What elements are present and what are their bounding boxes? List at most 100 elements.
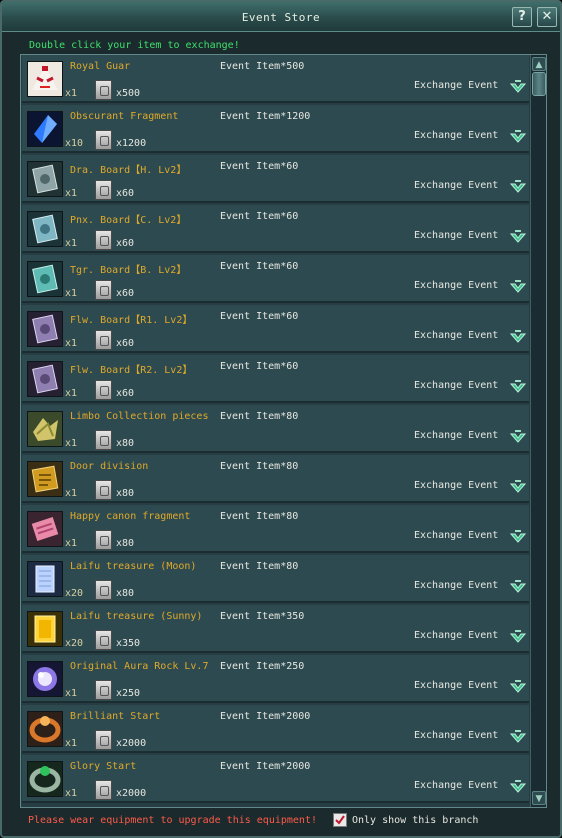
- exchange-arrow-icon[interactable]: [509, 777, 527, 795]
- item-name: Laifu treasure (Moon): [70, 561, 197, 572]
- door-division-icon[interactable]: [27, 461, 63, 497]
- exchange-label[interactable]: Exchange Event: [414, 680, 498, 691]
- upgrade-warning: Please wear equipment to upgrade this eq…: [28, 815, 317, 826]
- checkmark-icon: [335, 815, 345, 825]
- item-quantity: x1: [65, 388, 78, 399]
- exchange-label[interactable]: Exchange Event: [414, 380, 498, 391]
- flower-board-icon[interactable]: [27, 361, 63, 397]
- scroll-up-button[interactable]: ▲: [532, 57, 546, 71]
- exchange-label[interactable]: Exchange Event: [414, 130, 498, 141]
- phoenix-board-icon[interactable]: [27, 211, 63, 247]
- token-quantity: x60: [116, 338, 135, 349]
- window-title: Event Store: [241, 11, 321, 24]
- sun-treasure-icon[interactable]: [27, 611, 63, 647]
- canon-fragment-icon[interactable]: [27, 511, 63, 547]
- exchange-arrow-icon[interactable]: [509, 177, 527, 195]
- exchange-arrow-icon[interactable]: [509, 127, 527, 145]
- exchange-label[interactable]: Exchange Event: [414, 230, 498, 241]
- item-cost: Event Item*60: [220, 161, 299, 172]
- scroll-down-button[interactable]: ▼: [532, 791, 546, 805]
- exchange-label[interactable]: Exchange Event: [414, 530, 498, 541]
- item-row[interactable]: Flw. Board【R1. Lv2】 Event Item*60 x1 x60 Exc…: [22, 305, 529, 353]
- item-cost: Event Item*2000: [220, 761, 311, 772]
- item-cost: Event Item*500: [220, 61, 305, 72]
- item-row[interactable]: Original Aura Rock Lv.7 Event Item*250 x1 x…: [22, 655, 529, 703]
- exchange-arrow-icon[interactable]: [509, 327, 527, 345]
- token-quantity: x80: [116, 588, 135, 599]
- item-row[interactable]: Obscurant Fragment Event Item*1200 x10 x120…: [22, 105, 529, 153]
- close-button[interactable]: ✕: [537, 7, 557, 27]
- exchange-label[interactable]: Exchange Event: [414, 80, 498, 91]
- exchange-arrow-icon[interactable]: [509, 577, 527, 595]
- royal-guard-mask-icon[interactable]: [27, 61, 63, 97]
- exchange-arrow-icon[interactable]: [509, 477, 527, 495]
- exchange-label[interactable]: Exchange Event: [414, 280, 498, 291]
- item-row[interactable]: Pnx. Board【C. Lv2】 Event Item*60 x1 x60 Exch…: [22, 205, 529, 253]
- exchange-arrow-icon[interactable]: [509, 627, 527, 645]
- item-row[interactable]: Royal Guar Event Item*500 x1 x500 Exchange E…: [22, 55, 529, 103]
- item-row[interactable]: Happy canon fragment Event Item*80 x1 x80 Ex…: [22, 505, 529, 553]
- exchange-label[interactable]: Exchange Event: [414, 180, 498, 191]
- exchange-arrow-icon[interactable]: [509, 727, 527, 745]
- exchange-arrow-icon[interactable]: [509, 277, 527, 295]
- exchange-label[interactable]: Exchange Event: [414, 480, 498, 491]
- scroll-thumb[interactable]: [532, 72, 546, 96]
- limbo-pieces-icon[interactable]: [27, 411, 63, 447]
- item-row[interactable]: Brilliant Start Event Item*2000 x1 x2000 Exc…: [22, 705, 529, 753]
- item-name: Tgr. Board【B. Lv2】: [70, 265, 187, 276]
- exchange-arrow-icon[interactable]: [509, 527, 527, 545]
- item-row[interactable]: Tgr. Board【B. Lv2】 Event Item*60 x1 x60 Exch…: [22, 255, 529, 303]
- exchange-label[interactable]: Exchange Event: [414, 430, 498, 441]
- item-row[interactable]: Dra. Board【H. Lv2】 Event Item*60 x1 x60 Exch…: [22, 155, 529, 203]
- blue-crystal-icon[interactable]: [27, 111, 63, 147]
- help-button[interactable]: ?: [512, 7, 532, 27]
- dragon-board-icon[interactable]: [27, 161, 63, 197]
- brilliant-ring-icon[interactable]: [27, 711, 63, 747]
- item-quantity: x20: [65, 638, 84, 649]
- exchange-arrow-icon[interactable]: [509, 227, 527, 245]
- item-row[interactable]: Flw. Board【R2. Lv2】 Event Item*60 x1 x60 Exc…: [22, 355, 529, 403]
- exchange-label[interactable]: Exchange Event: [414, 780, 498, 791]
- item-quantity: x1: [65, 288, 78, 299]
- item-quantity: x1: [65, 738, 78, 749]
- token-quantity: x60: [116, 388, 135, 399]
- exchange-arrow-icon[interactable]: [509, 677, 527, 695]
- item-name: Obscurant Fragment: [70, 111, 179, 122]
- exchange-arrow-icon[interactable]: [509, 427, 527, 445]
- event-item-token-icon: [95, 430, 112, 450]
- token-quantity: x350: [116, 638, 141, 649]
- aura-rock-icon[interactable]: [27, 661, 63, 697]
- exchange-label[interactable]: Exchange Event: [414, 580, 498, 591]
- exchange-arrow-icon[interactable]: [509, 77, 527, 95]
- item-cost: Event Item*80: [220, 411, 299, 422]
- glory-ring-icon[interactable]: [27, 761, 63, 797]
- branch-label[interactable]: Only show this branch: [352, 815, 478, 826]
- item-row[interactable]: Laifu treasure (Sunny) Event Item*350 x20 x…: [22, 605, 529, 653]
- token-quantity: x250: [116, 688, 141, 699]
- scrollbar[interactable]: ▲ ▼: [530, 55, 546, 807]
- item-row[interactable]: Laifu treasure (Moon) Event Item*80 x20 x80…: [22, 555, 529, 603]
- exchange-hint: Double click your item to exchange!: [29, 40, 240, 51]
- item-cost: Event Item*60: [220, 211, 299, 222]
- exchange-label[interactable]: Exchange Event: [414, 330, 498, 341]
- exchange-label[interactable]: Exchange Event: [414, 630, 498, 641]
- item-name: Flw. Board【R1. Lv2】: [70, 315, 193, 326]
- item-row[interactable]: Limbo Collection pieces Event Item*80 x1 x8…: [22, 405, 529, 453]
- flower-board-icon[interactable]: [27, 311, 63, 347]
- title-bar[interactable]: Event Store ? ✕: [2, 2, 560, 32]
- branch-checkbox[interactable]: [333, 813, 347, 827]
- item-cost: Event Item*60: [220, 311, 299, 322]
- item-quantity: x1: [65, 788, 78, 799]
- item-row[interactable]: Glory Start Event Item*2000 x1 x2000 Exchang…: [22, 755, 529, 803]
- item-quantity: x10: [65, 138, 84, 149]
- event-item-token-icon: [95, 480, 112, 500]
- moon-treasure-icon[interactable]: [27, 561, 63, 597]
- item-row[interactable]: Door division Event Item*80 x1 x80 Exchange …: [22, 455, 529, 503]
- exchange-label[interactable]: Exchange Event: [414, 730, 498, 741]
- event-item-token-icon: [95, 780, 112, 800]
- tiger-board-icon[interactable]: [27, 261, 63, 297]
- exchange-arrow-icon[interactable]: [509, 377, 527, 395]
- token-quantity: x2000: [116, 788, 147, 799]
- item-name: Limbo Collection pieces: [70, 411, 209, 422]
- item-cost: Event Item*60: [220, 261, 299, 272]
